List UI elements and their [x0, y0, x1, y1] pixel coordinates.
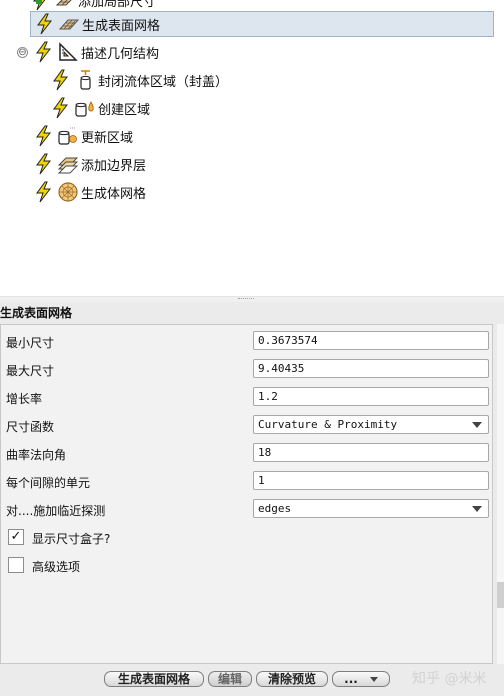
tree-node-generate-surface-mesh[interactable]: 生成表面网格 — [30, 11, 494, 37]
property-row-max-size: 最大尺寸 9.40435 — [1, 356, 494, 384]
property-grid: 最小尺寸 0.3673574 最大尺寸 9.40435 增长率 1.2 尺寸函数… — [0, 324, 493, 664]
tree-node-add-boundary-layers[interactable]: 添加边界层 — [33, 151, 146, 177]
growth-rate-input[interactable]: 1.2 — [253, 387, 489, 406]
property-row-min-size: 最小尺寸 0.3673574 — [1, 328, 494, 356]
lightning-icon — [33, 153, 55, 175]
tree-node-label: 生成表面网格 — [82, 18, 161, 34]
checkbox-label: 高级选项 — [32, 560, 81, 574]
curvature-normal-angle-input[interactable]: 18 — [253, 443, 489, 462]
scrollbar-thumb[interactable] — [497, 582, 504, 608]
advanced-options-checkbox[interactable] — [8, 557, 24, 573]
tree-node-label: 封闭流体区域（封盖） — [98, 74, 229, 90]
dropdown-arrow-icon — [472, 506, 482, 512]
lightning-icon — [33, 181, 55, 203]
property-row-proximity-scope: 对....施加临近探测 edges — [1, 496, 494, 524]
tree-node-enclose-fluid-regions[interactable]: 封闭流体区域（封盖） — [50, 67, 228, 93]
select-value: edges — [258, 502, 292, 515]
show-size-boxes-checkbox[interactable]: ✓ — [8, 529, 24, 545]
tree-node-label: 创建区域 — [98, 102, 151, 118]
show-size-boxes-row: ✓ 显示尺寸盒子? — [1, 524, 494, 552]
property-label: 增长率 — [6, 392, 43, 406]
tree-node-label: 更新区域 — [81, 130, 134, 146]
property-label: 最小尺寸 — [6, 336, 55, 350]
splitter-grip — [238, 298, 254, 300]
vertical-scrollbar[interactable] — [497, 324, 504, 664]
tree-node-describe-geometry[interactable]: 描述几何结构 — [33, 39, 159, 65]
action-button-bar: 生成表面网格 编辑 清除预览 ... 知乎 @米米 — [0, 664, 504, 696]
checkbox-label: 显示尺寸盒子? — [32, 532, 111, 546]
min-size-input[interactable]: 0.3673574 — [253, 331, 489, 350]
property-row-size-function: 尺寸函数 Curvature & Proximity — [1, 412, 494, 440]
boundary-layer-icon — [57, 153, 79, 175]
tree-node-create-regions[interactable]: 创建区域 — [50, 95, 150, 121]
size-function-select[interactable]: Curvature & Proximity — [253, 415, 489, 434]
tree-node-label: 描述几何结构 — [81, 46, 160, 62]
property-label: 对....施加临近探测 — [6, 504, 106, 518]
check-status-icon — [36, 0, 42, 4]
volume-mesh-sphere-icon — [57, 181, 79, 203]
dropdown-arrow-icon — [472, 422, 482, 428]
triangle-ruler-icon — [57, 41, 79, 63]
more-label: ... — [344, 672, 358, 686]
edit-button[interactable]: 编辑 — [208, 671, 252, 687]
clear-preview-button[interactable]: 清除预览 — [256, 671, 328, 687]
tree-node-generate-volume-mesh[interactable]: 生成体网格 — [33, 179, 146, 205]
cells-per-gap-input[interactable]: 1 — [253, 471, 489, 490]
tree-node-label: 生成体网格 — [81, 186, 147, 202]
lightning-icon — [33, 41, 55, 63]
property-panel: 生成表面网格 最小尺寸 0.3673574 最大尺寸 9.40435 增长率 1… — [0, 302, 504, 696]
capping-cylinder-icon — [74, 69, 96, 91]
grid-sizing-icon — [54, 0, 76, 11]
lightning-icon — [34, 13, 56, 35]
property-label: 尺寸函数 — [6, 420, 55, 434]
proximity-scope-select[interactable]: edges — [253, 499, 489, 518]
lightning-icon — [33, 125, 55, 147]
workflow-tree: 添加局部尺寸 生成表面网格 ⊖ 描述几何结构 封闭流体区域（封盖） 创建区域 更… — [0, 0, 504, 296]
update-region-icon — [57, 125, 79, 147]
property-row-cells-per-gap: 每个间隙的单元 1 — [1, 468, 494, 496]
tree-node-update-regions[interactable]: 更新区域 — [33, 123, 133, 149]
panel-title: 生成表面网格 — [0, 306, 73, 320]
lightning-icon — [50, 69, 72, 91]
collapse-toggle-icon[interactable]: ⊖ — [17, 47, 28, 58]
surface-mesh-icon — [58, 13, 80, 35]
property-label: 最大尺寸 — [6, 364, 55, 378]
tree-node-label: 添加局部尺寸 — [78, 0, 157, 10]
more-options-button[interactable]: ... — [332, 671, 390, 687]
dropdown-arrow-icon — [369, 677, 378, 682]
watermark: 知乎 @米米 — [412, 671, 487, 687]
max-size-input[interactable]: 9.40435 — [253, 359, 489, 378]
tree-node-label: 添加边界层 — [81, 158, 147, 174]
property-label: 曲率法向角 — [6, 448, 67, 462]
generate-surface-mesh-button[interactable]: 生成表面网格 — [104, 671, 204, 687]
property-label: 每个间隙的单元 — [6, 476, 91, 490]
select-value: Curvature & Proximity — [258, 418, 398, 431]
property-row-curvature-angle: 曲率法向角 18 — [1, 440, 494, 468]
lightning-icon — [50, 97, 72, 119]
advanced-options-row: 高级选项 — [1, 552, 494, 580]
property-row-growth-rate: 增长率 1.2 — [1, 384, 494, 412]
region-drop-icon — [74, 97, 96, 119]
